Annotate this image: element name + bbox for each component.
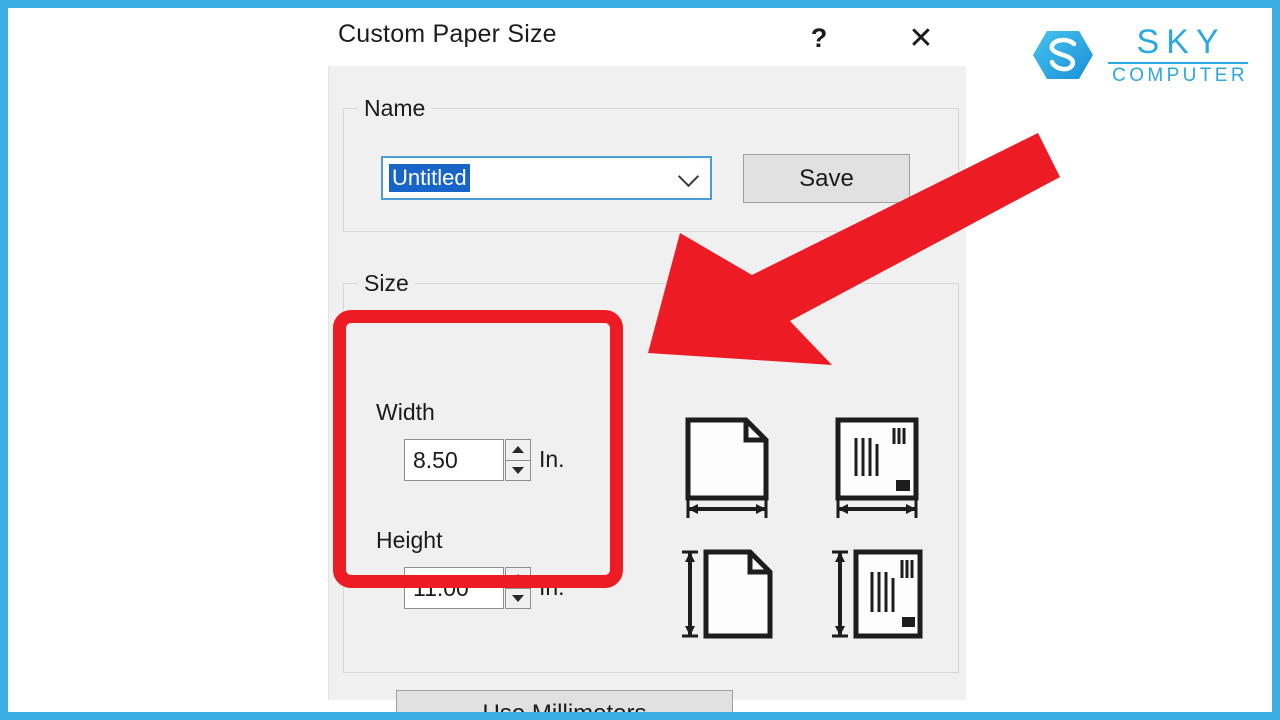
logo-divider <box>1108 61 1248 64</box>
triangle-down-icon <box>512 466 524 474</box>
dialog-titlebar: Custom Paper Size ? ✕ <box>320 8 958 66</box>
close-icon[interactable]: ✕ <box>898 16 944 60</box>
paper-name-combobox[interactable]: Untitled <box>381 156 712 200</box>
envelope-height-icon <box>824 546 934 651</box>
width-stepper-down[interactable] <box>506 461 530 481</box>
page-width-icon <box>674 414 784 519</box>
size-groupbox: Size Width 8.50 In. Height 11.00 In. <box>343 270 959 712</box>
height-stepper-up[interactable] <box>506 568 530 589</box>
page-height-icon <box>674 546 784 651</box>
dialog-body: Name Untitled Save Size Width 8.50 In. H… <box>328 66 966 712</box>
width-stepper[interactable] <box>505 439 531 481</box>
height-unit-label: In. <box>539 574 565 600</box>
triangle-up-icon <box>512 446 524 454</box>
width-unit-label: In. <box>539 446 565 472</box>
chevron-down-icon[interactable] <box>680 167 700 187</box>
height-stepper[interactable] <box>505 567 531 609</box>
use-millimeters-button[interactable]: Use Millimeters <box>396 690 733 712</box>
width-label: Width <box>376 399 435 425</box>
triangle-up-icon <box>512 574 524 582</box>
help-icon[interactable]: ? <box>796 16 842 60</box>
page-canvas: Custom Paper Size ? ✕ Name Untitled Save… <box>8 8 1272 712</box>
logo-secondary-text: COMPUTER <box>1112 64 1248 86</box>
height-label: Height <box>376 527 443 553</box>
width-input[interactable]: 8.50 <box>404 439 504 481</box>
width-value: 8.50 <box>413 446 458 473</box>
width-stepper-up[interactable] <box>506 440 530 461</box>
logo-wordmark: SKY COMPUTER <box>1108 24 1248 87</box>
sky-computer-logo: SKY COMPUTER <box>1030 24 1248 87</box>
envelope-width-icon <box>824 414 934 519</box>
save-button[interactable]: Save <box>743 154 910 203</box>
height-input[interactable]: 11.00 <box>404 567 504 609</box>
height-value: 11.00 <box>413 574 469 601</box>
sky-hexagon-s-icon <box>1033 31 1094 80</box>
height-stepper-down[interactable] <box>506 589 530 609</box>
triangle-down-icon <box>512 594 524 602</box>
custom-paper-size-dialog: Custom Paper Size ? ✕ Name Untitled Save… <box>320 8 966 712</box>
size-group-legend: Size <box>358 270 415 297</box>
logo-primary-text: SKY <box>1136 23 1226 61</box>
name-group-legend: Name <box>358 95 432 122</box>
dialog-title: Custom Paper Size <box>338 20 557 48</box>
paper-name-value: Untitled <box>389 163 470 193</box>
screenshot-frame: Custom Paper Size ? ✕ Name Untitled Save… <box>0 0 1280 720</box>
